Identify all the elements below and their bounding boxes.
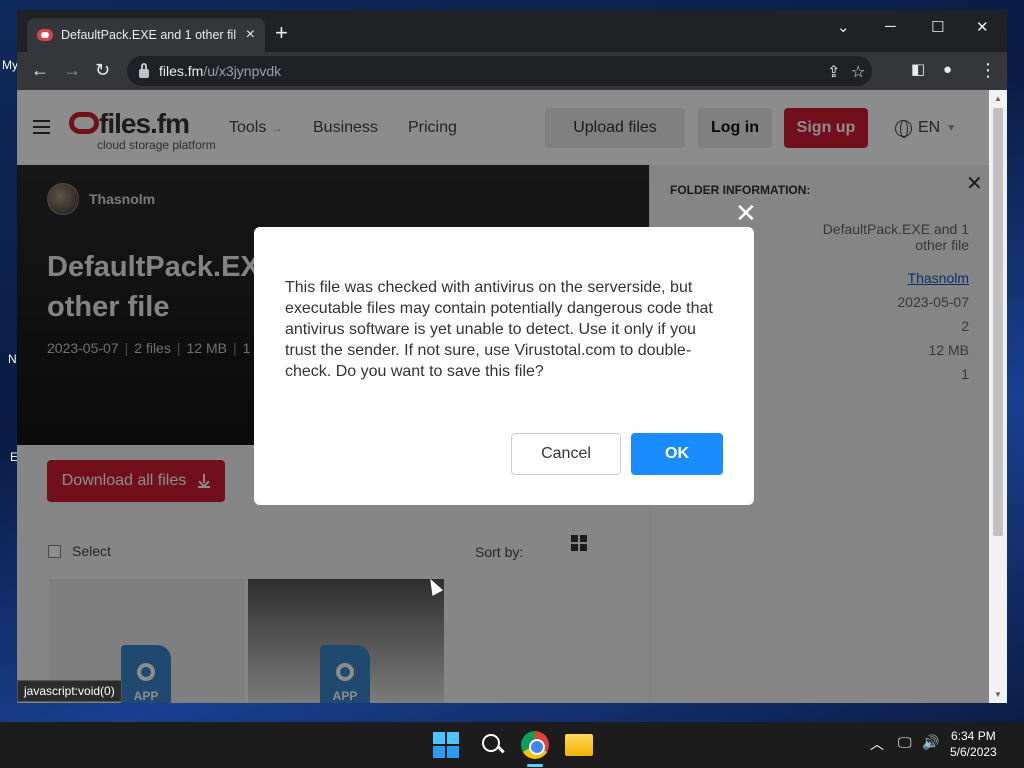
modal-close-icon[interactable]: ✕ [735,200,757,226]
dialog-message: This file was checked with antivirus on … [285,279,713,380]
profile-icon[interactable]: ● [943,60,952,80]
taskbar: ︿ 🖵 🔊 6:34 PM 5/6/2023 [0,722,1024,768]
scroll-thumb[interactable] [993,108,1003,536]
volume-icon[interactable]: 🔊 [922,734,939,751]
tab-search-chevron-icon[interactable]: ⌄ [837,18,850,36]
maximize-button[interactable]: ☐ [931,18,944,36]
ok-button[interactable]: OK [631,433,723,475]
tab-title: DefaultPack.EXE and 1 other file | [61,28,236,42]
scroll-up-icon[interactable]: ▲ [994,94,1002,103]
desktop-label-my[interactable]: My [2,58,18,72]
share-icon[interactable]: ⇪ [827,62,840,82]
desktop-label-n[interactable]: N [8,352,17,366]
tab-strip: DefaultPack.EXE and 1 other file | × + ⌄… [17,10,1007,52]
system-clock[interactable]: 6:34 PM 5/6/2023 [950,728,997,760]
active-app-indicator [527,764,543,767]
link-status-tooltip: javascript:void(0) [17,680,122,702]
network-icon[interactable]: 🖵 [898,734,912,751]
browser-window: DefaultPack.EXE and 1 other file | × + ⌄… [17,10,1007,703]
side-panel-icon[interactable]: ◧ [911,60,925,80]
menu-kebab-icon[interactable]: ⋮ [979,60,997,80]
bookmark-star-icon[interactable]: ☆ [851,62,865,82]
page-scrollbar[interactable]: ▲ ▼ [989,90,1007,703]
scroll-down-icon[interactable]: ▼ [994,690,1002,699]
files-fm-favicon-icon [37,29,53,41]
file-explorer-icon[interactable] [565,734,593,756]
reload-icon[interactable]: ↻ [95,60,110,80]
tab-close-icon[interactable]: × [246,26,255,44]
tray-chevron-up-icon[interactable]: ︿ [870,734,884,754]
url-path: /u/x3jynpvdk [203,63,282,79]
page-viewport: files.fm cloud storage platform Tools → … [17,90,989,703]
close-window-button[interactable]: ✕ [976,18,989,36]
forward-arrow-icon[interactable]: → [63,60,81,80]
confirm-download-dialog: This file was checked with antivirus on … [254,227,754,505]
browser-tab[interactable]: DefaultPack.EXE and 1 other file | × [27,18,265,52]
minimize-button[interactable]: ─ [885,18,896,35]
lock-icon[interactable] [139,62,149,78]
url-host: files.fm [159,63,204,79]
address-bar[interactable]: files.fm /u/x3jynpvdk ⇪ ☆ [127,56,872,86]
start-windows-icon[interactable] [433,732,459,758]
back-arrow-icon[interactable]: ← [31,60,49,80]
new-tab-button[interactable]: + [275,22,288,44]
search-icon[interactable] [479,731,507,759]
chrome-icon[interactable] [521,731,549,759]
browser-toolbar: ← → ↻ files.fm /u/x3jynpvdk ⇪ ☆ ◧ ● ⋮ [17,52,1007,90]
cancel-button[interactable]: Cancel [511,433,621,475]
